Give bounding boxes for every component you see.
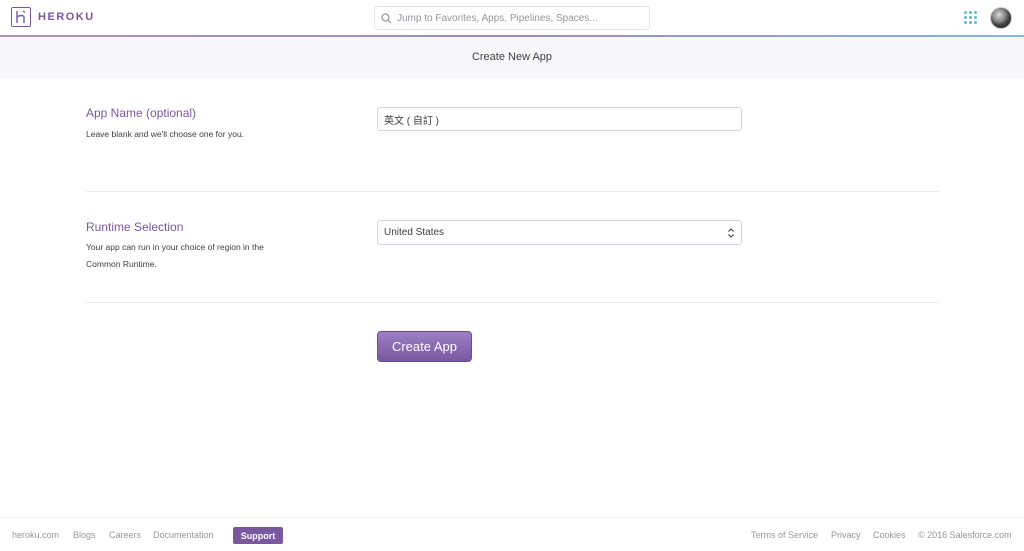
heroku-logo[interactable]: HEROKU: [11, 7, 95, 27]
user-avatar[interactable]: [990, 7, 1012, 29]
search-input[interactable]: [397, 12, 637, 24]
runtime-title: Runtime Selection: [86, 220, 184, 234]
app-name-input[interactable]: [377, 107, 742, 131]
create-app-button[interactable]: Create App: [377, 331, 472, 362]
top-navbar: HEROKU: [0, 0, 1024, 36]
brand-name: HEROKU: [38, 11, 95, 23]
apps-grid-icon[interactable]: [964, 11, 977, 24]
region-selected-value: United States: [384, 227, 445, 238]
select-chevron-icon: [728, 228, 734, 238]
page-header: Create New App: [0, 37, 1024, 78]
app-name-title: App Name (optional): [86, 106, 197, 120]
footer: heroku.com Blogs Careers Documentation S…: [0, 517, 1024, 551]
section-divider: [86, 191, 939, 192]
footer-link-careers[interactable]: Careers: [109, 530, 141, 540]
footer-link-privacy[interactable]: Privacy: [831, 530, 861, 540]
heroku-logo-icon: [11, 7, 31, 27]
footer-link-heroku[interactable]: heroku.com: [12, 530, 59, 540]
support-button[interactable]: Support: [233, 527, 283, 544]
footer-link-blogs[interactable]: Blogs: [73, 530, 96, 540]
page-title: Create New App: [471, 51, 553, 63]
footer-link-terms[interactable]: Terms of Service: [751, 530, 818, 540]
footer-link-documentation[interactable]: Documentation: [153, 530, 214, 540]
app-name-description: Leave blank and we'll choose one for you…: [86, 129, 245, 139]
copyright: © 2016 Salesforce.com: [918, 530, 1012, 540]
runtime-description: Your app can run in your choice of regio…: [86, 242, 264, 269]
search-icon: [381, 12, 392, 23]
region-select[interactable]: United States: [377, 220, 742, 245]
section-divider: [86, 302, 939, 303]
search-bar[interactable]: [374, 6, 650, 30]
footer-link-cookies[interactable]: Cookies: [873, 530, 906, 540]
